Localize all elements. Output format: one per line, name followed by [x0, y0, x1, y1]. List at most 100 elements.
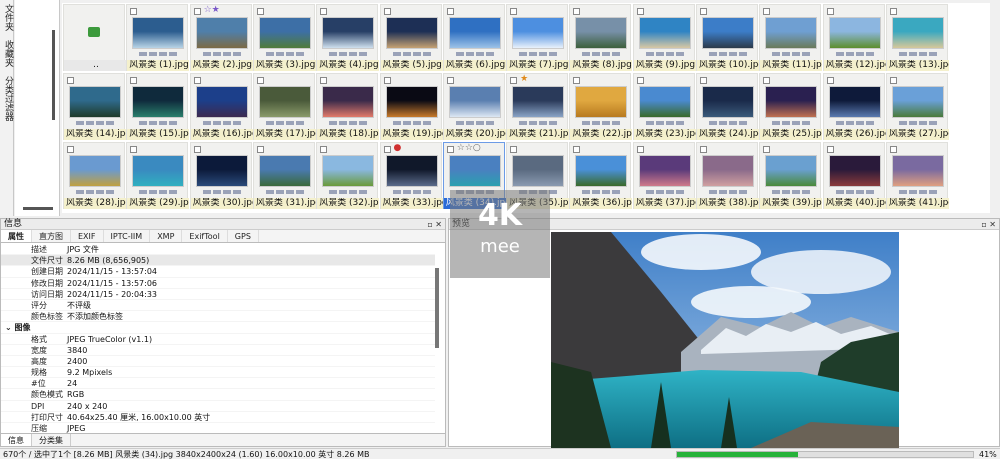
- thumbnail-item[interactable]: 风景类 (17).jpg: [252, 73, 316, 140]
- thumbnail-item[interactable]: 风景类 (38).jpg: [696, 142, 759, 209]
- thumbnail-checkbox[interactable]: [510, 77, 518, 84]
- thumbnail-checkbox[interactable]: [130, 77, 138, 84]
- thumbnail-checkbox[interactable]: [889, 146, 897, 153]
- preview-image[interactable]: [551, 232, 899, 448]
- thumbnail-item[interactable]: 风景类 (14).jpg: [63, 73, 126, 140]
- thumbnail-item[interactable]: 风景类 (18).jpg: [316, 73, 380, 140]
- thumbnail-checkbox[interactable]: [446, 8, 454, 15]
- thumbnail-checkbox[interactable]: [256, 146, 264, 153]
- thumbnail-item[interactable]: 风景类 (16).jpg: [189, 73, 253, 140]
- thumbnail-checkbox[interactable]: [320, 77, 328, 84]
- thumbnail-checkbox[interactable]: [383, 77, 391, 84]
- thumbnail-checkbox[interactable]: [383, 8, 391, 15]
- preview-panel-controls[interactable]: ▫ ✕: [981, 219, 996, 230]
- thumbnail-checkbox[interactable]: [889, 8, 897, 15]
- thumbnail-item[interactable]: 风景类 (41).jpg: [885, 142, 949, 209]
- thumbnail-item[interactable]: 风景类 (4).jpg: [316, 4, 380, 71]
- thumbnail-item[interactable]: 风景类 (1).jpg: [126, 4, 190, 71]
- info-tab[interactable]: IPTC-IIM: [104, 230, 151, 242]
- property-section[interactable]: ⌄ 图像: [1, 322, 435, 334]
- properties-scrollbar[interactable]: [435, 268, 439, 348]
- thumbnail-checkbox[interactable]: [763, 8, 771, 15]
- thumbnail-checkbox[interactable]: [636, 146, 644, 153]
- thumbnail-checkbox[interactable]: [193, 8, 201, 15]
- thumbnail-item[interactable]: 风景类 (28).jpg: [63, 142, 126, 209]
- thumbnail-item[interactable]: ★ 风景类 (21).jpg: [506, 73, 570, 140]
- thumbnail-item[interactable]: 风景类 (5).jpg: [379, 4, 443, 71]
- bottom-tab[interactable]: 信息: [1, 434, 32, 446]
- thumbnail-checkbox[interactable]: [573, 77, 581, 84]
- thumbnail-item[interactable]: 风景类 (7).jpg: [506, 4, 570, 71]
- info-panel-controls[interactable]: ▫ ✕: [427, 219, 442, 230]
- thumbnail-checkbox[interactable]: [889, 77, 897, 84]
- thumbnail-item[interactable]: 风景类 (20).jpg: [442, 73, 506, 140]
- thumbnail-checkbox[interactable]: [636, 8, 644, 15]
- thumbnail-item[interactable]: 风景类 (29).jpg: [126, 142, 190, 209]
- thumbnail-item[interactable]: 风景类 (13).jpg: [885, 4, 949, 71]
- thumbnail-checkbox[interactable]: [320, 146, 328, 153]
- thumbnail-checkbox[interactable]: [700, 8, 707, 15]
- thumbnail-item[interactable]: 风景类 (24).jpg: [696, 73, 759, 140]
- thumbnail-item[interactable]: 风景类 (40).jpg: [822, 142, 886, 209]
- thumbnail-checkbox[interactable]: [700, 146, 707, 153]
- thumbnail-checkbox[interactable]: [193, 146, 201, 153]
- info-tab[interactable]: EXIF: [71, 230, 104, 242]
- thumbnail-item[interactable]: 风景类 (30).jpg: [189, 142, 253, 209]
- thumbnail-checkbox[interactable]: [573, 146, 581, 153]
- thumbnail-item[interactable]: 风景类 (37).jpg: [632, 142, 696, 209]
- bottom-tab[interactable]: 分类集: [32, 434, 71, 446]
- info-tab[interactable]: XMP: [150, 230, 183, 242]
- thumbnail-checkbox[interactable]: [130, 146, 138, 153]
- thumbnail-item[interactable]: 风景类 (10).jpg: [696, 4, 759, 71]
- thumbnail-checkbox[interactable]: [700, 77, 707, 84]
- tab-favorites[interactable]: 收藏夹: [0, 36, 14, 67]
- thumbnail-item[interactable]: 风景类 (39).jpg: [759, 142, 823, 209]
- thumbnail-checkbox[interactable]: [573, 8, 581, 15]
- thumbnail-checkbox[interactable]: [826, 77, 834, 84]
- parent-folder-item[interactable]: ..: [63, 4, 126, 71]
- thumbnail-item[interactable]: 风景类 (15).jpg: [126, 73, 190, 140]
- thumbnail-checkbox[interactable]: [320, 8, 328, 15]
- thumbnail-item[interactable]: ● 风景类 (33).jpg: [379, 142, 443, 209]
- thumbnail-item[interactable]: 风景类 (6).jpg: [442, 4, 506, 71]
- info-tab[interactable]: ExifTool: [182, 230, 228, 242]
- thumbnail-checkbox[interactable]: [510, 8, 518, 15]
- thumbnail-checkbox[interactable]: [826, 8, 834, 15]
- thumbnail-item[interactable]: 风景类 (26).jpg: [822, 73, 886, 140]
- info-tab[interactable]: 直方图: [32, 230, 71, 242]
- thumbnail-checkbox[interactable]: [67, 146, 74, 153]
- tab-category-filter[interactable]: 分类过滤器: [0, 72, 14, 121]
- thumbnail-checkbox[interactable]: [193, 77, 201, 84]
- thumbnail-item[interactable]: 风景类 (22).jpg: [569, 73, 633, 140]
- thumbnail-item[interactable]: 风景类 (3).jpg: [252, 4, 316, 71]
- thumbnail-grid-scrollbar[interactable]: [990, 3, 1000, 213]
- thumbnail-item[interactable]: 风景类 (23).jpg: [632, 73, 696, 140]
- thumbnail-item[interactable]: 风景类 (27).jpg: [885, 73, 949, 140]
- thumbnail-checkbox[interactable]: [256, 8, 264, 15]
- folder-pane-hscrollbar[interactable]: [23, 207, 53, 210]
- thumbnail-item[interactable]: 风景类 (32).jpg: [316, 142, 380, 209]
- thumbnail-checkbox[interactable]: [383, 146, 391, 153]
- thumbnail-item[interactable]: 风景类 (19).jpg: [379, 73, 443, 140]
- thumbnail-checkbox[interactable]: [446, 77, 454, 84]
- thumbnail-checkbox[interactable]: [510, 146, 518, 153]
- thumbnail-item[interactable]: 风景类 (31).jpg: [252, 142, 316, 209]
- thumbnail-item[interactable]: ☆★ 风景类 (2).jpg: [189, 4, 253, 71]
- info-tab[interactable]: 属性: [1, 230, 32, 242]
- thumbnail-checkbox[interactable]: [636, 77, 644, 84]
- thumbnail-item[interactable]: 风景类 (9).jpg: [632, 4, 696, 71]
- thumbnail-item[interactable]: 风景类 (11).jpg: [759, 4, 823, 71]
- thumbnail-checkbox[interactable]: [826, 146, 834, 153]
- thumbnail-item[interactable]: 风景类 (25).jpg: [759, 73, 823, 140]
- thumbnail-item[interactable]: 风景类 (12).jpg: [822, 4, 886, 71]
- folder-pane-scrollbar[interactable]: [52, 30, 55, 120]
- info-tab[interactable]: GPS: [228, 230, 259, 242]
- thumbnail-checkbox[interactable]: [763, 77, 771, 84]
- thumbnail-checkbox[interactable]: [763, 146, 771, 153]
- thumbnail-item[interactable]: 风景类 (8).jpg: [569, 4, 633, 71]
- thumbnail-checkbox[interactable]: [446, 146, 454, 153]
- thumbnail-checkbox[interactable]: [256, 77, 264, 84]
- thumbnail-checkbox[interactable]: [67, 77, 74, 84]
- thumbnail-checkbox[interactable]: [130, 8, 138, 15]
- tab-folders[interactable]: 文件夹: [0, 0, 14, 31]
